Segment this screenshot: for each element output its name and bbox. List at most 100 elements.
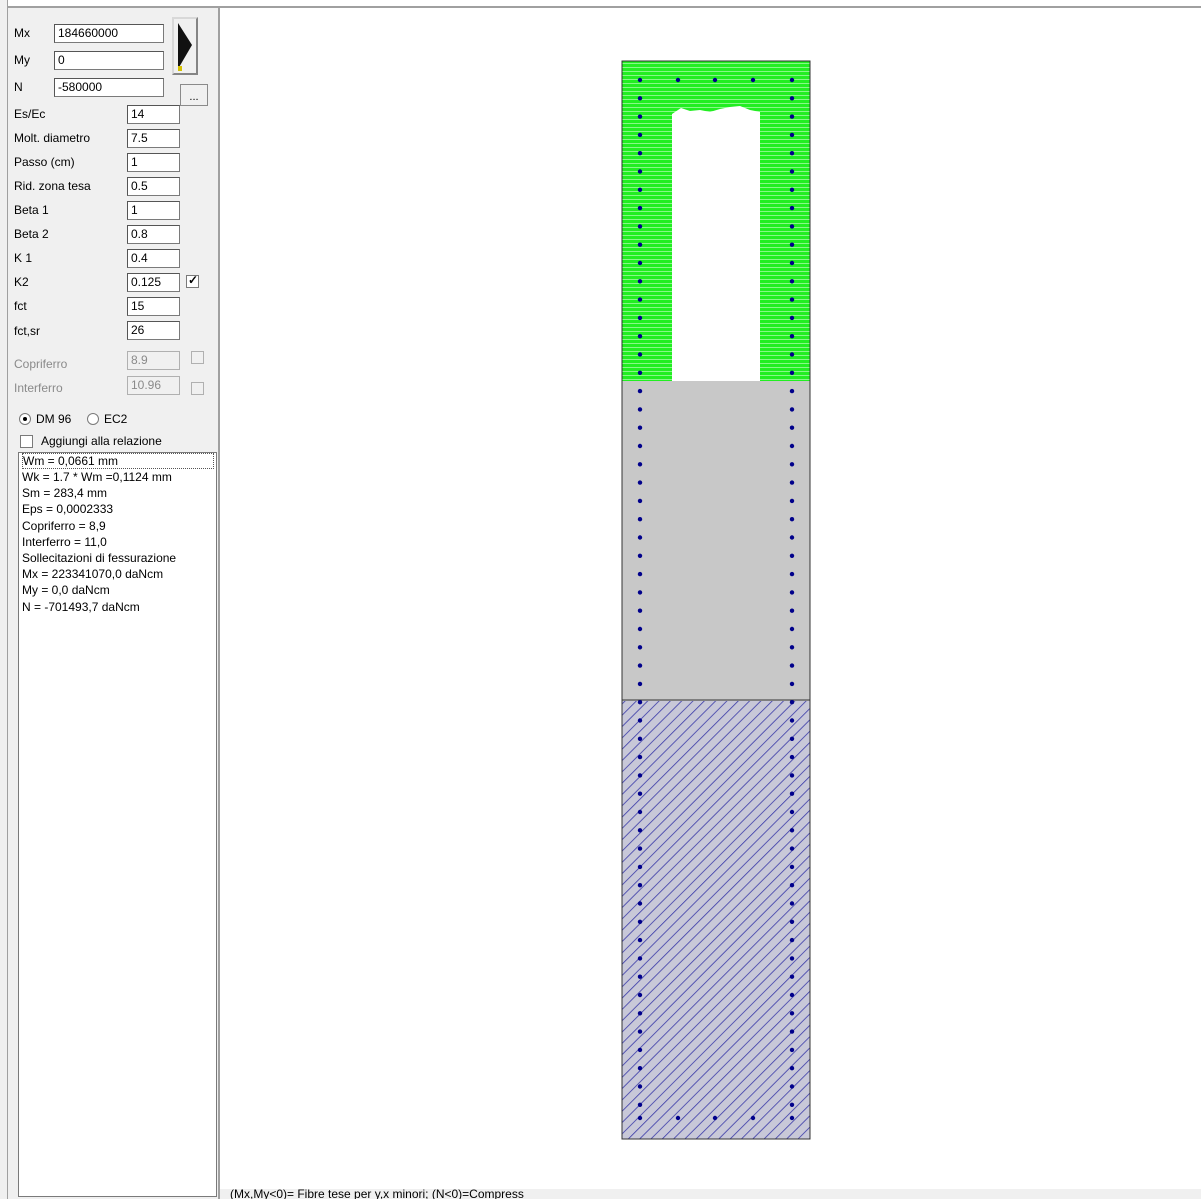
rebar-dot (789, 205, 795, 211)
k2-input[interactable]: 0.125 (127, 273, 180, 292)
param-label: Molt. diametro (14, 131, 91, 145)
rebar-dot (789, 1011, 795, 1016)
rebar-dot (789, 571, 795, 577)
ec2-label: EC2 (104, 412, 128, 426)
param-label: fct,sr (14, 324, 40, 338)
rebar-dot (637, 297, 643, 302)
rebar-dot (789, 425, 795, 430)
param-label: Passo (cm) (14, 155, 75, 169)
rebar-dot (789, 517, 795, 522)
k1-input[interactable]: 0.4 (127, 249, 180, 268)
rebar-dot (637, 919, 643, 924)
rebar-dot (789, 590, 795, 595)
rebar-dot (637, 754, 643, 760)
rebar-dot (789, 992, 795, 998)
rebar-dot (789, 937, 795, 943)
rebar-dot (789, 754, 795, 760)
rebar-dot (637, 425, 643, 430)
result-line[interactable]: Sollecitazioni di fessurazione (22, 550, 216, 566)
results-listbox[interactable]: Wm = 0,0661 mm Wk = 1.7 * Wm =0,1124 mm … (18, 452, 217, 1197)
rebar-dot (637, 498, 643, 504)
rebar-dot (637, 187, 643, 192)
k2-checkbox[interactable]: ✓ (186, 273, 199, 288)
rid-zona-tesa-input[interactable]: 0.5 (127, 177, 180, 196)
rebar-dot (789, 773, 795, 778)
rebar-dot (637, 279, 643, 284)
rebar-dot (637, 571, 643, 577)
rebar-dot (712, 77, 718, 83)
my-label: My (14, 53, 30, 67)
result-line[interactable]: Eps = 0,0002333 (22, 501, 216, 517)
rebar-dot (789, 407, 795, 412)
ec2-radio[interactable] (87, 413, 99, 425)
rebar-dot (637, 645, 643, 650)
result-line[interactable]: My = 0,0 daNcm (22, 582, 216, 598)
rebar-dot (789, 462, 795, 467)
add-to-report-checkbox[interactable] (20, 435, 33, 448)
add-to-report-label: Aggiungi alla relazione (41, 434, 162, 448)
rebar-dot (789, 114, 795, 119)
rebar-dot (789, 151, 795, 156)
beta2-input[interactable]: 0.8 (127, 225, 180, 244)
my-input[interactable]: 0 (54, 51, 164, 70)
param-label: Es/Ec (14, 107, 46, 121)
param-label: fct (14, 299, 27, 313)
rebar-dot (637, 1102, 643, 1108)
rebar-dot (789, 480, 795, 485)
rebar-dot (637, 114, 643, 119)
rebar-dot (789, 132, 795, 138)
fct-input[interactable]: 15 (127, 297, 180, 316)
rebar-dot (637, 663, 643, 668)
rebar-dot (789, 974, 795, 979)
result-line[interactable]: N = -701493,7 daNcm (22, 599, 216, 615)
rebar-dot (637, 169, 643, 174)
result-line[interactable]: Mx = 223341070,0 daNcm (22, 566, 216, 582)
rebar-dot (637, 937, 643, 943)
rebar-dot (637, 462, 643, 467)
interferro-input[interactable]: 10.96 (127, 376, 180, 395)
passo-input[interactable]: 1 (127, 153, 180, 172)
tension-zone (622, 700, 810, 1139)
rebar-dot (637, 608, 643, 613)
rebar-dot (637, 224, 643, 229)
rebar-dot (637, 334, 643, 339)
rebar-dot (789, 224, 795, 229)
rebar-dot (789, 809, 795, 815)
section-drawing-canvas[interactable] (220, 8, 1201, 1189)
rebar-dot (637, 151, 643, 156)
rebar-dot (637, 901, 643, 906)
result-line[interactable]: Interferro = 11,0 (22, 534, 216, 550)
mx-input[interactable]: 184660000 (54, 24, 164, 43)
rebar-dot (637, 480, 643, 485)
rebar-dot (637, 846, 643, 851)
compute-arrow-button[interactable] (172, 17, 198, 75)
param-label: Beta 2 (14, 227, 49, 241)
beta1-input[interactable]: 1 (127, 201, 180, 220)
rebar-dot (637, 1115, 643, 1121)
rebar-dot (637, 443, 643, 449)
es-ec-input[interactable]: 14 (127, 105, 180, 124)
result-line[interactable]: Wm = 0,0661 mm (22, 453, 214, 469)
copriferro-input[interactable]: 8.9 (127, 351, 180, 370)
molt-diametro-input[interactable]: 7.5 (127, 129, 180, 148)
status-text: (Mx,My<0)= Fibre tese per y,x minori; (N… (230, 1189, 524, 1199)
rebar-dot (789, 242, 795, 247)
rebar-dot (789, 443, 795, 449)
rebar-dot (789, 956, 795, 961)
rebar-dot (637, 681, 643, 687)
copriferro-checkbox[interactable] (191, 351, 204, 364)
input-panel: Mx 184660000 My 0 N -580000 ... Es/Ec 14… (8, 8, 220, 1199)
more-options-button[interactable]: ... (180, 84, 208, 106)
rebar-dot (637, 956, 643, 961)
result-line[interactable]: Sm = 283,4 mm (22, 485, 216, 501)
result-line[interactable]: Wk = 1.7 * Wm =0,1124 mm (22, 469, 216, 485)
result-line[interactable]: Copriferro = 8,9 (22, 518, 216, 534)
dm96-radio[interactable] (19, 413, 31, 425)
rebar-dot (637, 773, 643, 778)
rebar-dot (637, 1084, 643, 1089)
rebar-dot (789, 791, 795, 796)
n-input[interactable]: -580000 (54, 78, 164, 97)
interferro-checkbox[interactable] (191, 382, 204, 395)
fct-sr-input[interactable]: 26 (127, 321, 180, 340)
rebar-dot (789, 700, 795, 705)
